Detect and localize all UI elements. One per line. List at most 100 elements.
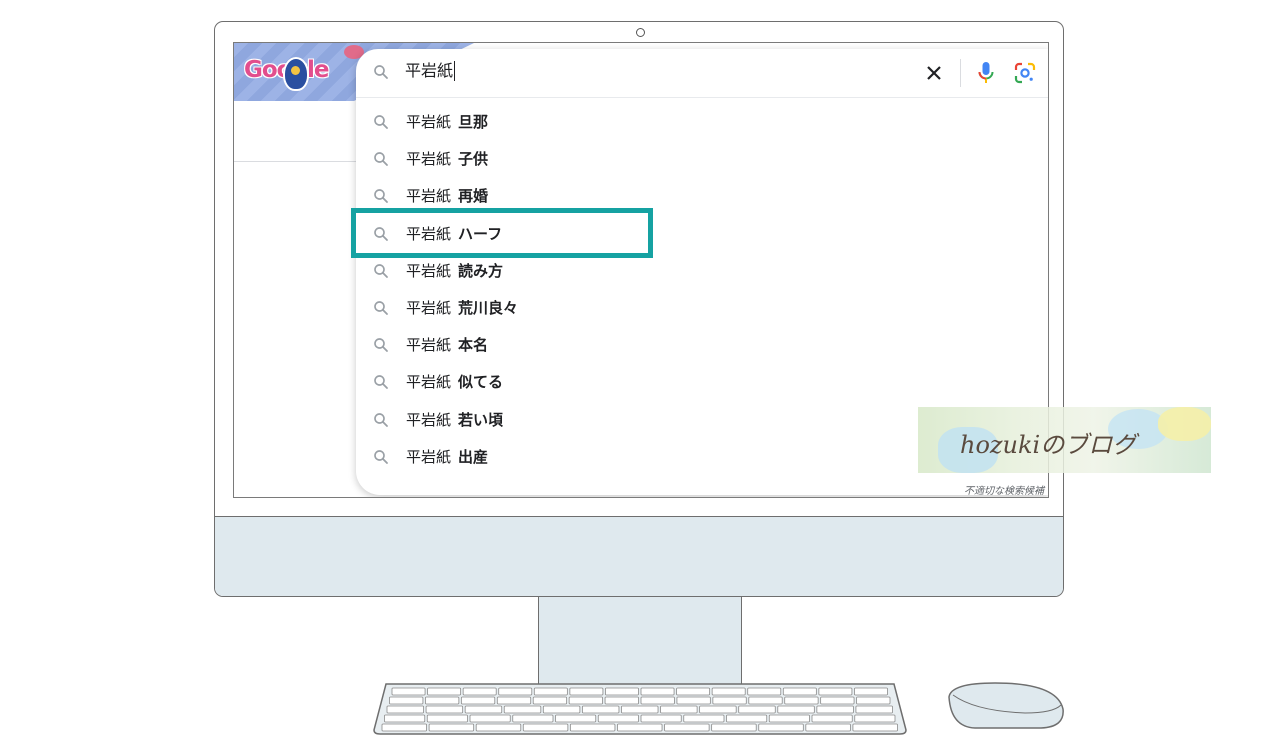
keyboard-key: [640, 687, 675, 696]
blog-watermark: hozukiのブログ: [918, 407, 1211, 473]
suggestion-query: 平岩紙: [406, 187, 452, 206]
search-icon: [372, 187, 390, 209]
report-inappropriate-link[interactable]: 不適切な検索候補: [964, 482, 1044, 497]
keyboard-key: [676, 696, 711, 705]
keyboard-key: [533, 687, 568, 696]
keyboard-key: [805, 723, 851, 732]
close-icon[interactable]: [924, 63, 944, 83]
highlight-box: [351, 208, 653, 258]
suggestion-completion: 子供: [458, 150, 489, 169]
search-icon: [372, 262, 390, 284]
toolbar-divider: [960, 59, 961, 87]
keyboard-key: [605, 687, 639, 696]
keyboard-key: [425, 705, 464, 714]
suggestion-completion: 出産: [458, 447, 489, 466]
suggestion-completion: 若い頃: [458, 410, 504, 429]
search-icon: [372, 373, 390, 395]
keyboard-key: [503, 705, 542, 714]
keyboard-key: [621, 705, 659, 714]
search-icon: [372, 113, 390, 135]
keyboard-key: [784, 696, 819, 705]
monitor-stand: [538, 597, 742, 685]
search-icon: [372, 299, 390, 321]
search-icon: [372, 150, 390, 172]
keyboard-key: [854, 714, 896, 723]
keyboard-key: [569, 723, 616, 732]
keyboard-key: [426, 714, 468, 723]
keyboard-key: [386, 705, 424, 714]
keyboard-key: [522, 723, 569, 732]
suggestion-text: 平岩紙 荒川良々: [406, 297, 518, 318]
suggestion-completion: 読み方: [458, 261, 504, 280]
search-icon: [372, 448, 390, 470]
suggestion-query: 平岩紙: [406, 373, 452, 392]
keyboard-key: [818, 687, 853, 696]
suggestion-item[interactable]: 平岩紙 本名: [356, 325, 1048, 362]
keyboard-key: [568, 696, 603, 705]
microphone-icon[interactable]: [976, 61, 996, 85]
suggestion-item[interactable]: 平岩紙 似てる: [356, 362, 1048, 399]
suggestion-completion: 似てる: [458, 373, 504, 392]
suggestion-item[interactable]: 平岩紙 旦那: [356, 102, 1048, 139]
suggestion-item[interactable]: 平岩紙 子供: [356, 139, 1048, 176]
keyboard-key: [460, 696, 496, 705]
keyboard-key: [758, 723, 804, 732]
keyboard-key: [711, 723, 757, 732]
keyboard: [373, 683, 907, 735]
keyboard-key: [427, 687, 462, 696]
suggestion-completion: 旦那: [458, 113, 489, 131]
keyboard-key: [747, 687, 782, 696]
keyboard-key: [855, 705, 893, 714]
camera-icon: [636, 28, 645, 37]
keyboard-key: [816, 705, 854, 714]
keyboard-key: [768, 714, 810, 723]
search-icon: [372, 336, 390, 358]
keyboard-key: [820, 696, 855, 705]
keyboard-key: [854, 687, 888, 696]
monitor-chin: [215, 516, 1063, 596]
suggestion-text: 平岩紙 若い頃: [406, 409, 503, 430]
keyboard-key: [569, 687, 604, 696]
keyboard-key: [469, 714, 511, 723]
keyboard-key: [462, 687, 497, 696]
suggestion-text: 平岩紙 子供: [406, 148, 488, 169]
keyboard-key: [496, 696, 532, 705]
keyboard-key: [475, 723, 522, 732]
keyboard-key: [597, 714, 639, 723]
keyboard-key: [676, 687, 711, 696]
google-lens-icon[interactable]: [1014, 62, 1036, 84]
keyboard-key: [391, 687, 426, 696]
search-input[interactable]: 平岩紙: [405, 61, 456, 81]
keyboard-key: [532, 696, 568, 705]
keyboard-key: [664, 723, 710, 732]
suggestion-text: 平岩紙 読み方: [406, 260, 503, 281]
keyboard-key: [381, 723, 427, 732]
suggestion-completion: 本名: [458, 336, 489, 355]
keyboard-key: [640, 714, 682, 723]
keyboard-key: [699, 705, 737, 714]
keyboard-key: [711, 687, 746, 696]
keyboard-key: [811, 714, 853, 723]
keyboard-key: [852, 723, 898, 732]
search-icon: [372, 63, 390, 85]
suggestion-query: 平岩紙: [406, 447, 452, 466]
keyboard-key: [581, 705, 620, 714]
keyboard-key: [777, 705, 815, 714]
keyboard-key: [384, 714, 426, 723]
suggestion-text: 平岩紙 本名: [406, 334, 488, 355]
keyboard-key: [748, 696, 783, 705]
keyboard-key: [512, 714, 554, 723]
doodle-character-icon: [283, 57, 309, 91]
suggestion-item[interactable]: 平岩紙 荒川良々: [356, 288, 1048, 325]
keyboard-key: [555, 714, 597, 723]
keyboard-key: [542, 705, 581, 714]
suggestion-text: 平岩紙 似てる: [406, 371, 503, 392]
keyboard-key: [617, 723, 663, 732]
keyboard-key: [428, 723, 475, 732]
keyboard-key: [464, 705, 503, 714]
keyboard-key: [856, 696, 891, 705]
mouse: [948, 682, 1064, 729]
keyboard-key: [389, 696, 424, 705]
search-icon: [372, 411, 390, 433]
suggestion-query: 平岩紙: [406, 410, 452, 429]
